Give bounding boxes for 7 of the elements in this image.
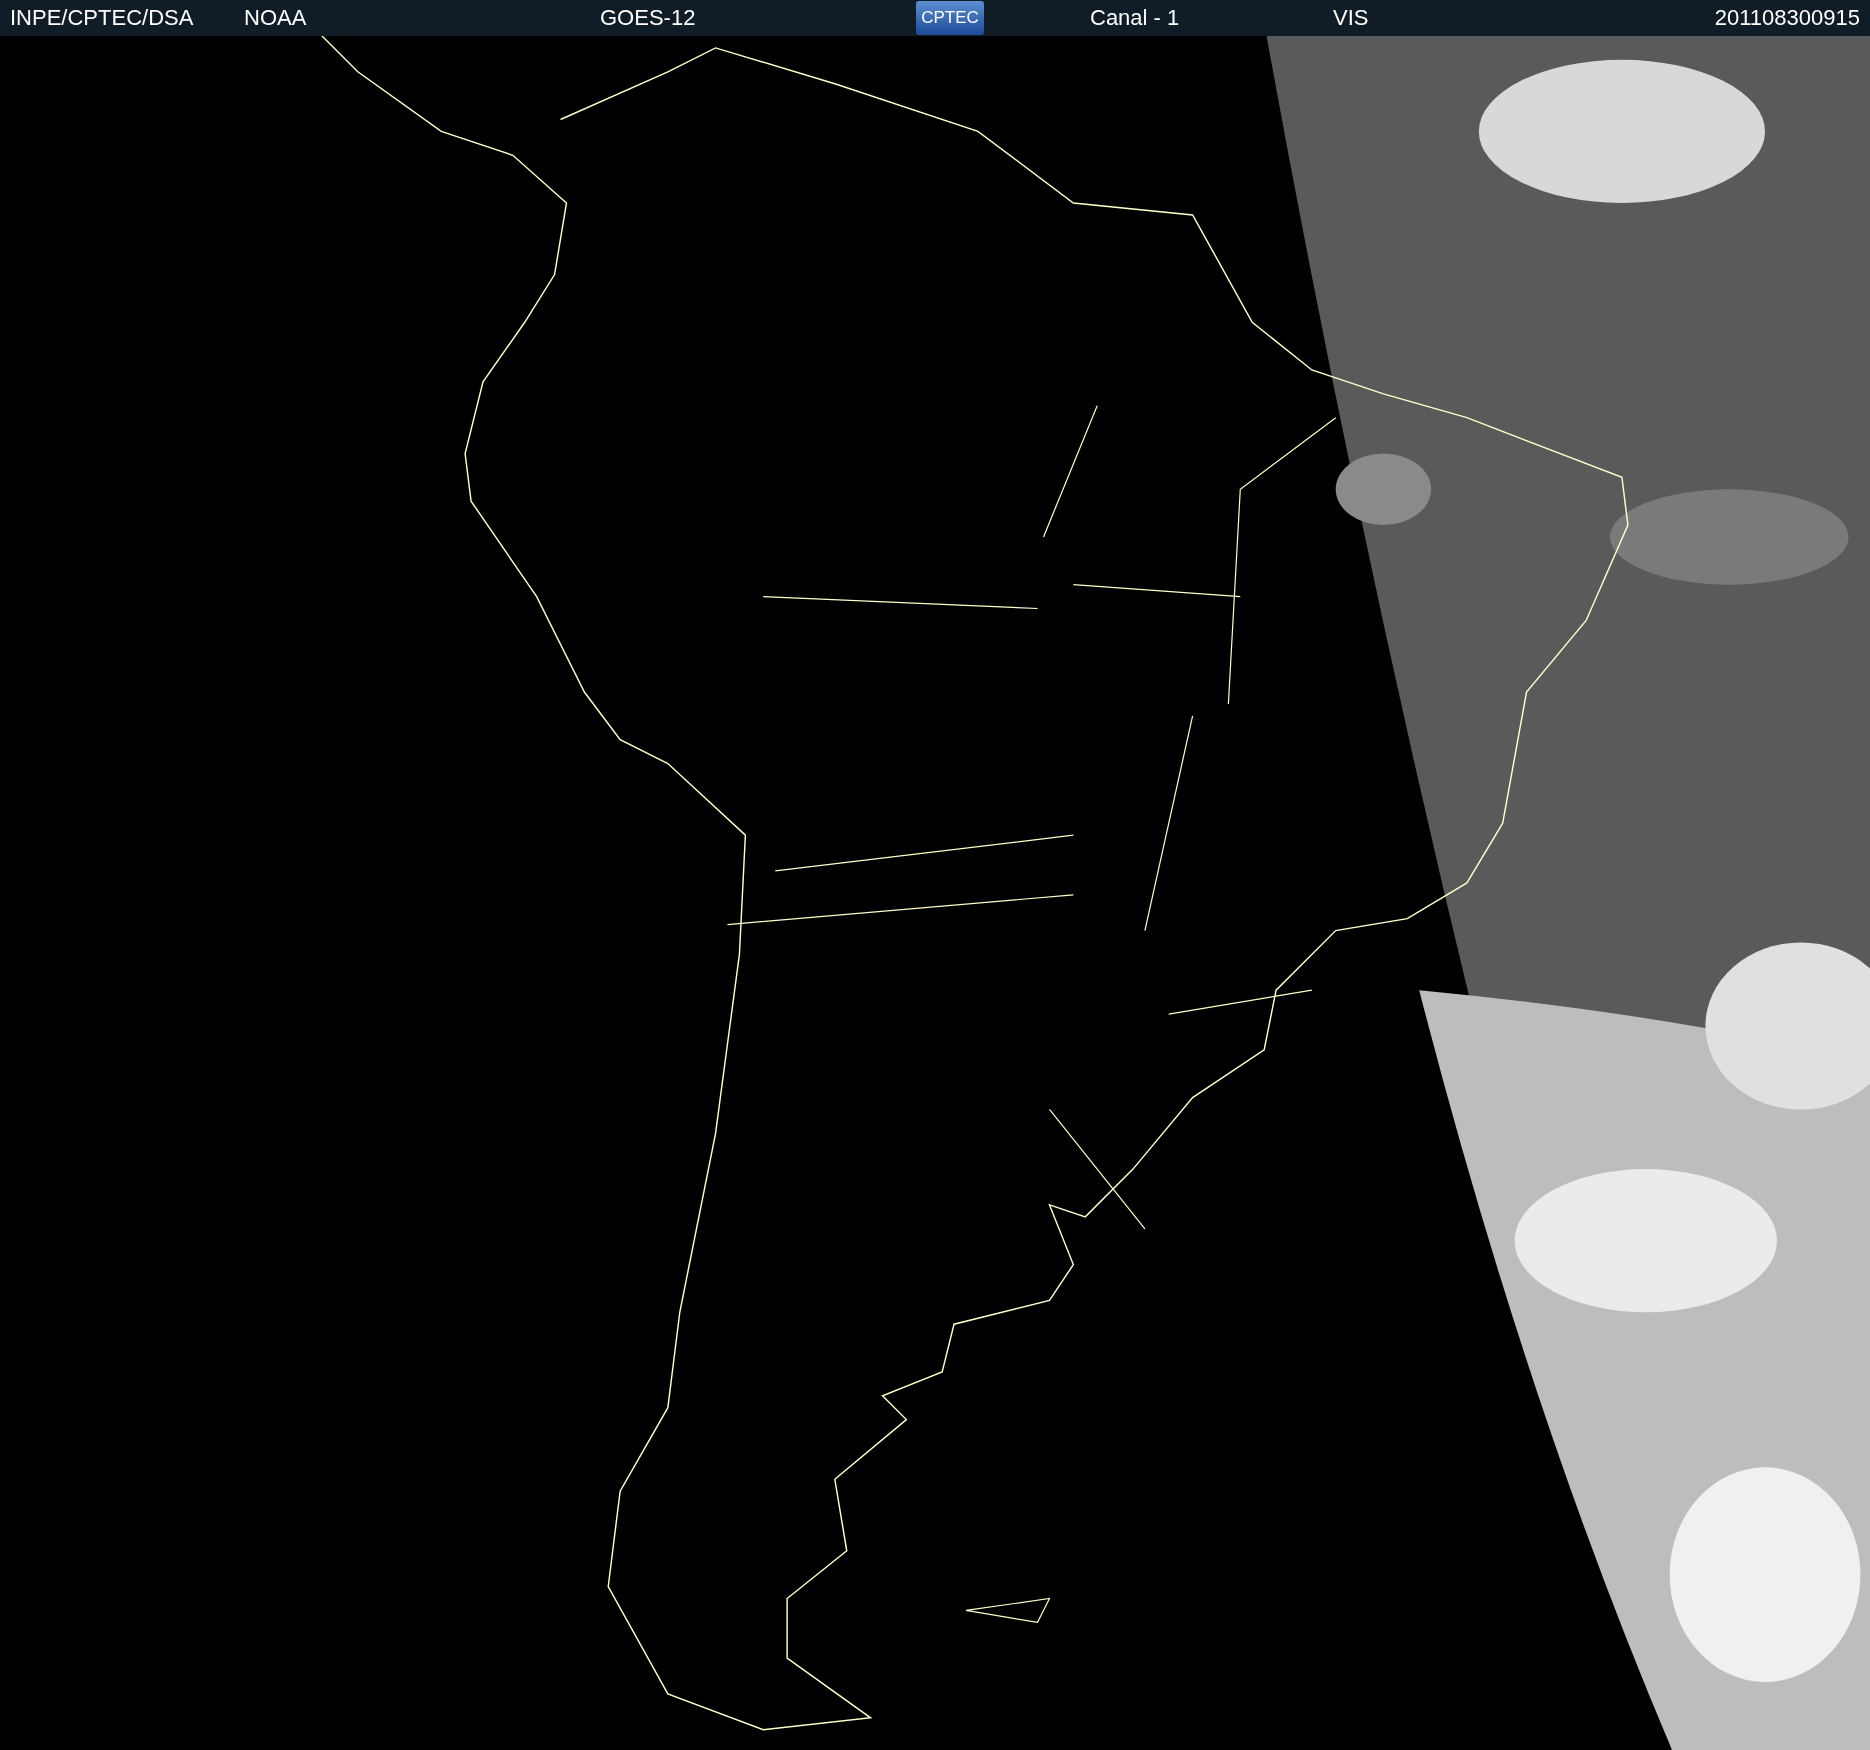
channel-label: Canal - 1 <box>1090 5 1181 31</box>
logo: CPTEC <box>916 1 984 35</box>
timestamp-label: 201108300915 <box>1714 5 1860 31</box>
satellite-label: GOES-12 <box>600 5 697 31</box>
source-label: INPE/CPTEC/DSA <box>10 5 195 31</box>
band-label: VIS <box>1333 5 1369 31</box>
agency-label: NOAA <box>244 5 308 31</box>
